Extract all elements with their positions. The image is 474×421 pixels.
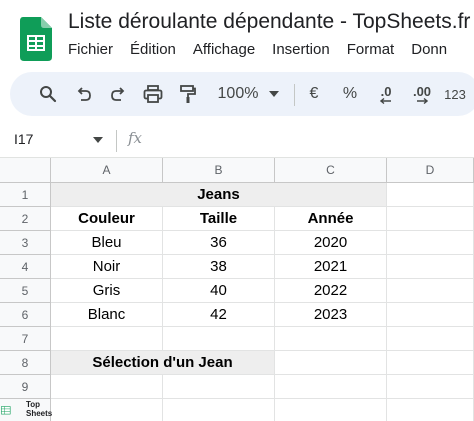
- toolbar-divider: [294, 84, 295, 106]
- cell-c8[interactable]: [275, 351, 387, 375]
- menu-format[interactable]: Format: [347, 41, 395, 58]
- title-bar: Liste déroulante dépendante - TopSheets.…: [0, 0, 474, 72]
- more-formats-button[interactable]: 123: [442, 72, 468, 116]
- cell-a6[interactable]: Blanc: [51, 303, 163, 327]
- zoom-dropdown[interactable]: [264, 72, 284, 116]
- row-header-6[interactable]: 6: [0, 303, 51, 327]
- cell-c6[interactable]: 2023: [275, 303, 387, 327]
- cell-c2-header[interactable]: Année: [275, 207, 387, 231]
- cell-a8-selection-label[interactable]: Sélection d'un Jean: [51, 351, 275, 375]
- undo-button[interactable]: [72, 72, 96, 116]
- watermark-line-1: Top: [26, 400, 41, 409]
- redo-icon: [111, 87, 125, 101]
- cell-a7[interactable]: [51, 327, 163, 351]
- formula-bar-divider: [116, 130, 117, 152]
- column-header-c[interactable]: C: [275, 158, 387, 183]
- cell-c3[interactable]: 2020: [275, 231, 387, 255]
- cell-d4[interactable]: [387, 255, 474, 279]
- row-header-5[interactable]: 5: [0, 279, 51, 303]
- cell-a4[interactable]: Noir: [51, 255, 163, 279]
- cell-c9[interactable]: [275, 375, 387, 399]
- row-header-4[interactable]: 4: [0, 255, 51, 279]
- row-header-7[interactable]: 7: [0, 327, 51, 351]
- print-icon: [143, 85, 163, 103]
- cell-b10[interactable]: [163, 399, 275, 421]
- formula-bar: I17 fx: [0, 124, 474, 158]
- redo-button[interactable]: [106, 72, 130, 116]
- menu-insertion[interactable]: Insertion: [272, 41, 330, 58]
- google-sheets-logo-icon[interactable]: [20, 17, 52, 61]
- column-header-a[interactable]: A: [51, 158, 163, 183]
- select-all-corner[interactable]: [0, 158, 51, 183]
- cell-b6[interactable]: 42: [163, 303, 275, 327]
- decrease-decimal-button[interactable]: .0: [372, 72, 400, 116]
- name-box[interactable]: I17: [14, 131, 33, 147]
- topsheets-watermark-text: Top Sheets: [26, 400, 52, 418]
- paint-format-button[interactable]: [176, 72, 200, 116]
- column-header-b[interactable]: B: [163, 158, 275, 183]
- row-header-8[interactable]: 8: [0, 351, 51, 375]
- cell-d7[interactable]: [387, 327, 474, 351]
- menu-donnees[interactable]: Donn: [411, 41, 447, 58]
- topsheets-watermark-logo-icon: [1, 406, 11, 415]
- cell-a10[interactable]: [51, 399, 163, 421]
- cell-c7[interactable]: [275, 327, 387, 351]
- paint-roller-icon: [180, 85, 196, 103]
- cell-c10[interactable]: [275, 399, 387, 421]
- cell-d10[interactable]: [387, 399, 474, 421]
- cell-d3[interactable]: [387, 231, 474, 255]
- cell-c5[interactable]: 2022: [275, 279, 387, 303]
- increase-decimal-button[interactable]: .00: [407, 72, 437, 116]
- cell-a9[interactable]: [51, 375, 163, 399]
- caret-down-icon: [269, 91, 279, 97]
- percent-format-button[interactable]: %: [338, 72, 362, 116]
- name-box-caret-down-icon[interactable]: [93, 137, 103, 143]
- fx-icon: fx: [128, 129, 143, 147]
- cell-d2[interactable]: [387, 207, 474, 231]
- menu-affichage[interactable]: Affichage: [193, 41, 255, 58]
- cell-b9[interactable]: [163, 375, 275, 399]
- cell-a1-title[interactable]: Jeans: [51, 183, 387, 207]
- row-header-1[interactable]: 1: [0, 183, 51, 207]
- watermark-line-2: Sheets: [26, 409, 53, 418]
- cell-a2-header[interactable]: Couleur: [51, 207, 163, 231]
- zoom-select[interactable]: 100%: [212, 72, 264, 116]
- cell-b7[interactable]: [163, 327, 275, 351]
- cell-b5[interactable]: 40: [163, 279, 275, 303]
- arrow-left-icon: [380, 97, 391, 104]
- cell-a5[interactable]: Gris: [51, 279, 163, 303]
- cell-b3[interactable]: 36: [163, 231, 275, 255]
- column-header-d[interactable]: D: [387, 158, 474, 183]
- cell-d1[interactable]: [387, 183, 474, 207]
- toolbar: 100% € % .0 .00 123: [10, 72, 474, 116]
- increase-decimal-label: .00: [412, 83, 432, 99]
- cell-d8[interactable]: [387, 351, 474, 375]
- row-header-3[interactable]: 3: [0, 231, 51, 255]
- search-icon: [40, 86, 57, 103]
- cell-a3[interactable]: Bleu: [51, 231, 163, 255]
- menu-fichier[interactable]: Fichier: [68, 41, 113, 58]
- cell-d6[interactable]: [387, 303, 474, 327]
- print-button[interactable]: [140, 72, 166, 116]
- cell-d5[interactable]: [387, 279, 474, 303]
- cell-d9[interactable]: [387, 375, 474, 399]
- decrease-decimal-label: .0: [380, 83, 392, 99]
- cell-c4[interactable]: 2021: [275, 255, 387, 279]
- document-title[interactable]: Liste déroulante dépendante - TopSheets.…: [68, 10, 470, 34]
- row-header-2[interactable]: 2: [0, 207, 51, 231]
- undo-icon: [77, 87, 91, 101]
- search-menus-button[interactable]: [36, 72, 60, 116]
- spreadsheet-grid: A B C D 1 2 3 4 5 6 7 8 9 Jeans Couleur …: [0, 158, 474, 421]
- cell-b4[interactable]: 38: [163, 255, 275, 279]
- menu-bar: Fichier Édition Affichage Insertion Form…: [68, 41, 447, 58]
- currency-format-button[interactable]: €: [304, 72, 324, 116]
- menu-edition[interactable]: Édition: [130, 41, 176, 58]
- arrow-right-icon: [417, 97, 428, 104]
- row-header-9[interactable]: 9: [0, 375, 51, 399]
- cell-b2-header[interactable]: Taille: [163, 207, 275, 231]
